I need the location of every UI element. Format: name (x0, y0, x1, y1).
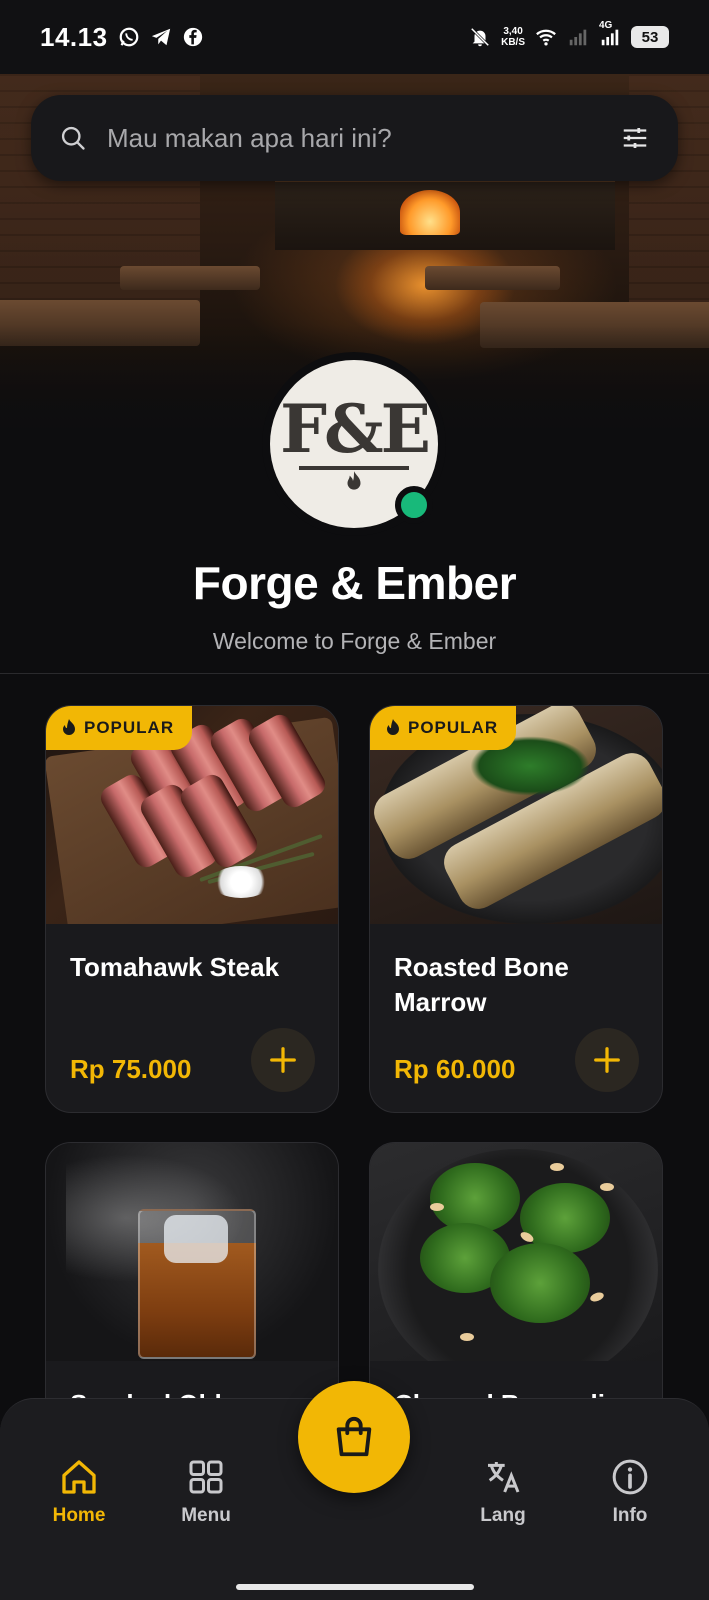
hero-table (425, 266, 560, 290)
logo-text: F&E (280, 390, 431, 468)
search-icon (61, 126, 85, 150)
restaurant-welcome: Welcome to Forge & Ember (212, 628, 497, 654)
section-divider (0, 673, 709, 674)
menu-item-price: Rp 60.000 (394, 1054, 516, 1084)
filter-icon[interactable] (620, 123, 650, 153)
facebook-icon (183, 27, 202, 47)
menu-item-card[interactable]: POPULAR Roasted Bone Marrow Rp 60.000 (369, 705, 663, 1113)
menu-item-name: Roasted Bone Marrow (394, 952, 569, 1017)
status-bar-right: 3,40 KB/S 4G 53 (469, 20, 669, 48)
cart-button[interactable] (298, 1381, 410, 1493)
info-icon (612, 1459, 648, 1495)
fire-icon (387, 719, 399, 735)
search-bar[interactable] (31, 95, 678, 181)
add-to-cart-button[interactable] (575, 1028, 639, 1092)
nav-label: Lang (480, 1505, 526, 1526)
grid-icon (189, 1460, 223, 1494)
wifi-icon (536, 29, 556, 46)
menu-item-image: POPULAR (370, 706, 662, 924)
home-indicator[interactable] (236, 1584, 474, 1590)
status-bar-left: 14.13 (40, 22, 204, 53)
nav-info[interactable]: Info (580, 1457, 680, 1527)
notifications-muted-icon (470, 27, 490, 47)
nav-label: Home (52, 1505, 106, 1526)
translate-icon (488, 1462, 520, 1493)
whatsapp-icon (119, 27, 138, 47)
plus-icon (270, 1047, 296, 1073)
add-to-cart-button[interactable] (251, 1028, 315, 1092)
cell-signal: 4G (599, 20, 621, 48)
search-input[interactable] (107, 122, 620, 154)
battery-indicator: 53 (631, 26, 669, 48)
popular-badge: POPULAR (46, 706, 193, 750)
nav-language[interactable]: Lang (453, 1457, 553, 1527)
flame-icon (347, 471, 361, 490)
plus-icon (594, 1047, 620, 1073)
network-speed-value: 3,40 (503, 26, 523, 37)
signal-empty-icon (569, 29, 587, 46)
hero-table (120, 266, 260, 290)
nav-home[interactable]: Home (29, 1457, 129, 1527)
restaurant-name: Forge & Ember (192, 557, 517, 609)
nav-menu[interactable]: Menu (156, 1457, 256, 1527)
home-icon (62, 1460, 96, 1494)
menu-item-image (46, 1143, 338, 1361)
hero-fire (400, 190, 460, 235)
online-status-dot (395, 486, 433, 524)
menu-item-card[interactable]: POPULAR Tomahawk Steak Rp 75.000 (45, 705, 339, 1113)
fire-icon (63, 719, 75, 735)
shopping-bag-icon (336, 1416, 372, 1457)
menu-item-price: Rp 75.000 (70, 1054, 192, 1084)
menu-item-image (370, 1143, 662, 1361)
nav-label: Info (612, 1505, 648, 1526)
network-type: 4G (599, 20, 613, 31)
nav-label: Menu (181, 1505, 231, 1526)
popular-badge: POPULAR (370, 706, 517, 750)
status-bar: 14.13 3,40 KB/S 4G 53 (0, 0, 709, 74)
badge-label: POPULAR (84, 718, 175, 737)
telegram-icon (151, 28, 170, 46)
menu-item-name: Tomahawk Steak (70, 952, 280, 982)
badge-label: POPULAR (408, 718, 499, 737)
network-speed-unit: KB/S (501, 37, 525, 48)
status-time: 14.13 (40, 21, 108, 52)
menu-item-image: POPULAR (46, 706, 338, 924)
network-speed: 3,40 KB/S (501, 26, 525, 48)
